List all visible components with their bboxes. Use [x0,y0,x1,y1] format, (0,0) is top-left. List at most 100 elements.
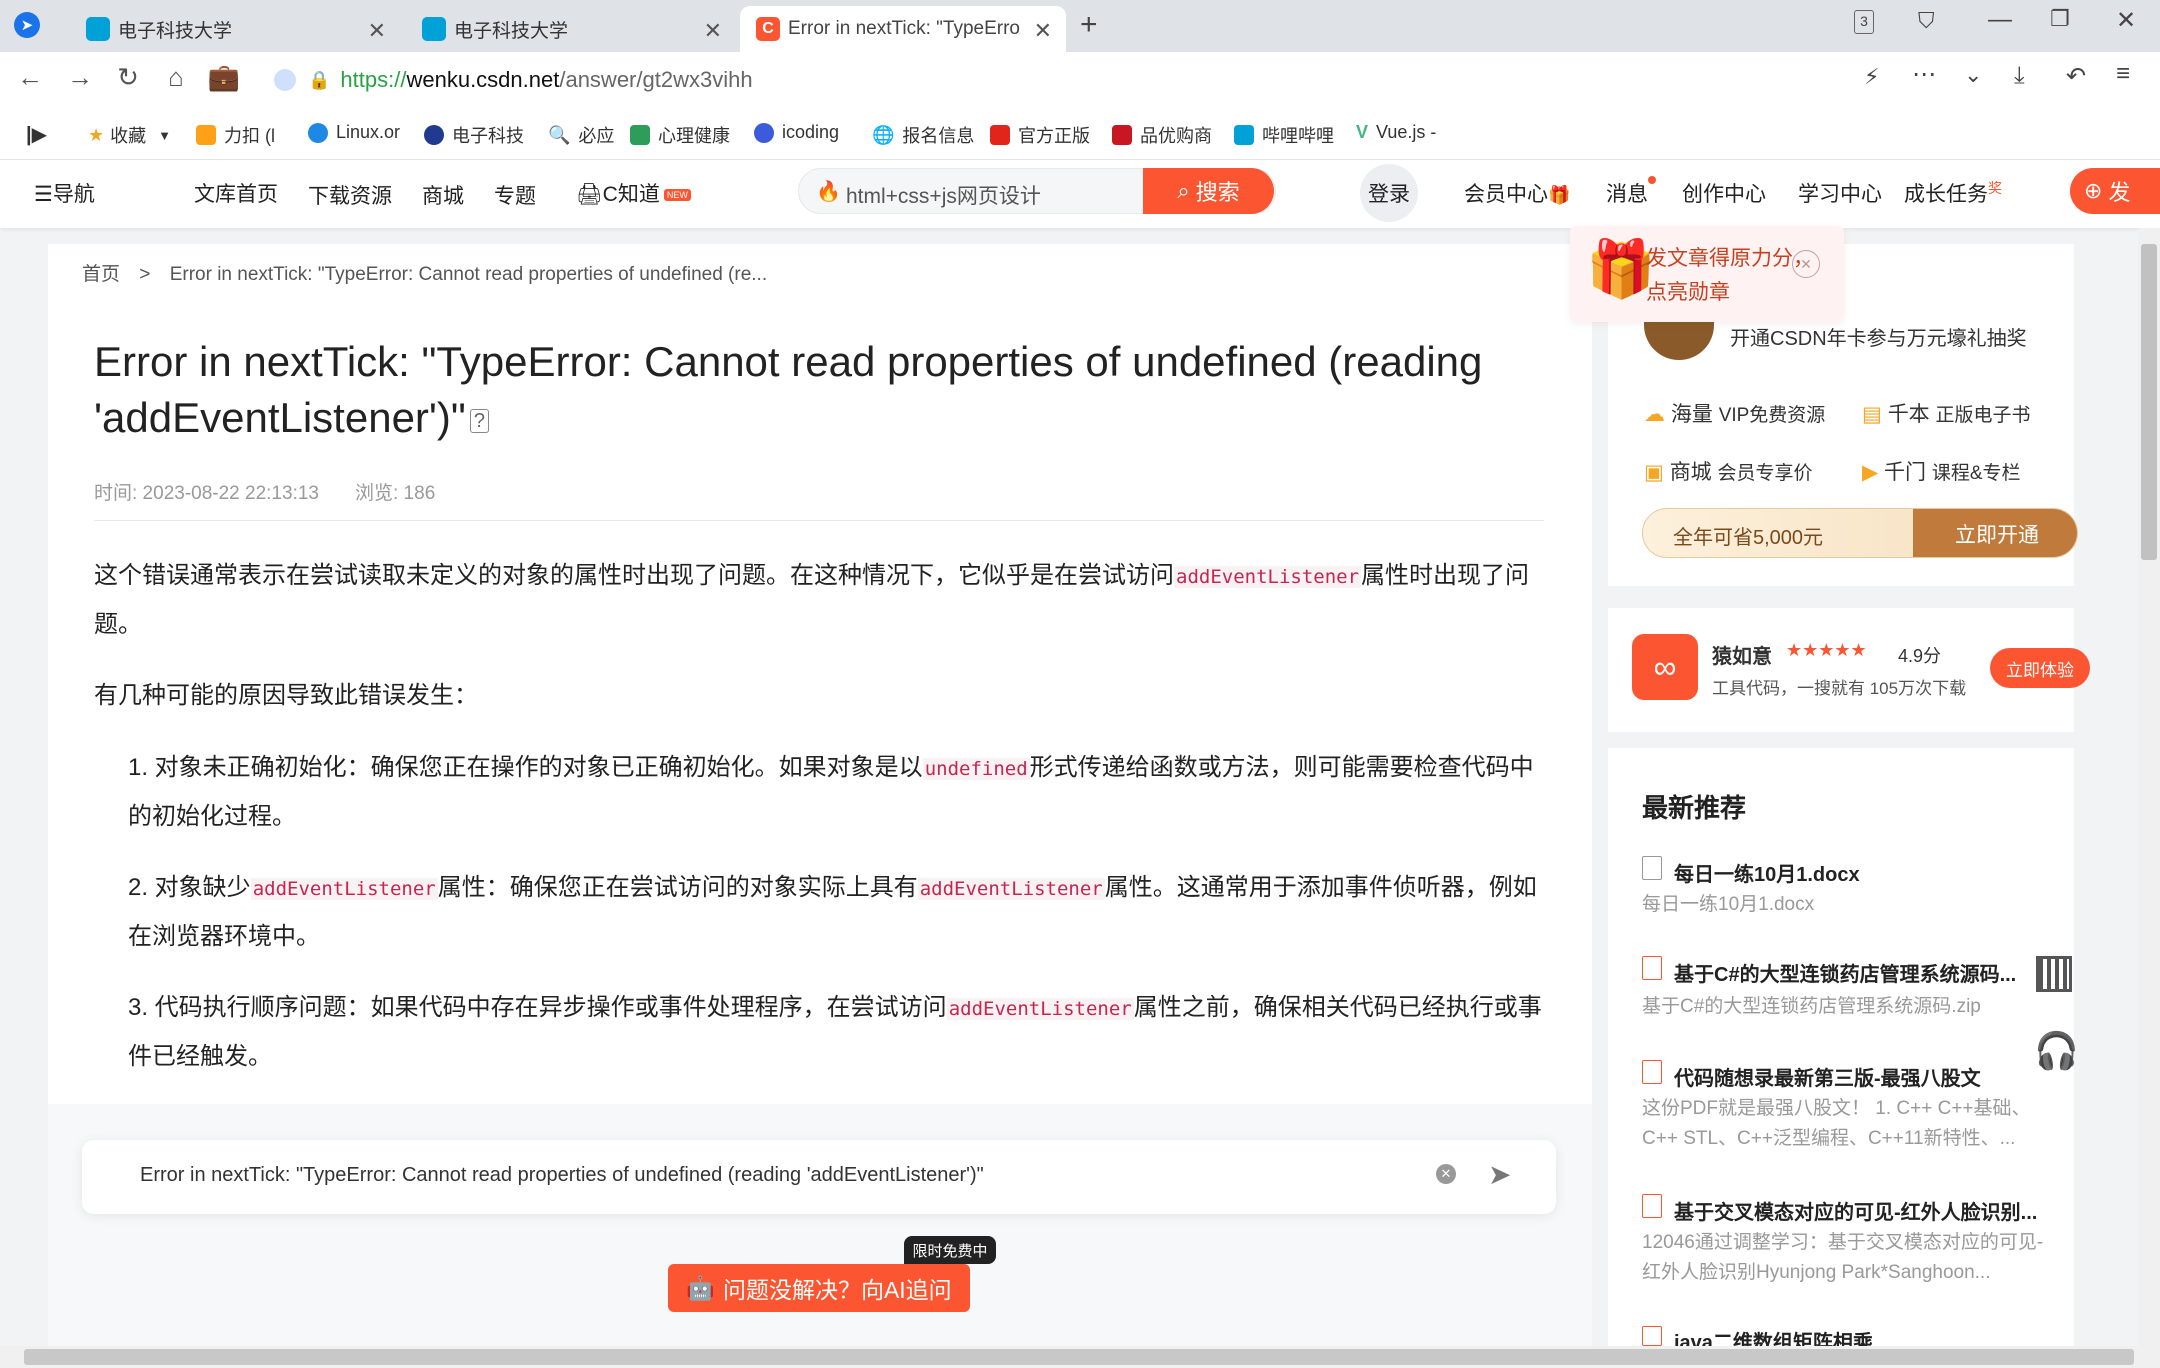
close-window-button[interactable]: ✕ [2116,6,2136,35]
headset-icon[interactable]: 🎧 [2034,1030,2079,1072]
search-button[interactable]: ⌕ 搜索 [1143,168,1274,214]
recommend-desc: 12046通过调整学习：基于交叉模态对应的可见-红外人脸识别Hyunjong P… [1642,1232,2044,1283]
benefit-ebooks[interactable]: ▤ 千本 正版电子书 [1862,398,2031,428]
publish-time: 时间: 2023-08-22 22:13:13 [94,483,319,504]
lightning-icon[interactable]: ⚡ [1864,64,1879,90]
toolbar-item-create[interactable]: 创作中心 [1682,178,1766,208]
publish-button[interactable]: ⊕ 发 [2070,168,2160,214]
breadcrumb-home[interactable]: 首页 [82,264,120,285]
benefit-mall[interactable]: ▣ 商城 会员专享价 [1644,456,1813,486]
forward-icon[interactable]: → [62,62,98,93]
bookmark-bing[interactable]: 🔍 必应 [548,122,614,148]
bookmark-mental-health[interactable]: 心理健康 [630,122,730,148]
app-stars: ★★★★★ [1786,640,1867,660]
more-icon[interactable]: ⋯ [1912,60,1936,89]
menu-icon[interactable]: ≡ [2116,60,2130,88]
bookmark-bilibili[interactable]: 哔哩哔哩 [1234,122,1334,148]
recommend-title[interactable]: java二维数组矩阵相乘 [1674,1326,1873,1346]
list-item: 2. 对象缺少 addEventListener属性：确保您正在尝试访问的对象实际… [128,874,1537,950]
browser-logo-icon[interactable]: ➤ [14,12,40,38]
clear-icon[interactable]: ✕ [1436,1164,1456,1184]
paragraph-1: 这个错误通常表示在尝试读取未定义的对象的属性时出现了问题。在这种情况下，它似乎是… [94,562,1530,638]
bookmark-linux[interactable]: Linux.or [308,122,400,143]
benefit-courses[interactable]: ▶ 千门 课程&专栏 [1862,456,2021,486]
new-tab-button[interactable]: + [1080,8,1098,42]
tab-close-icon[interactable]: ✕ [704,18,722,44]
tab-bar: ➤ 电子科技大学 ✕ 电子科技大学 ✕ C Error in nextTick:… [0,0,2160,52]
home-icon[interactable]: ⌂ [158,62,194,93]
minimize-button[interactable]: — [1988,6,2012,34]
toolbar-item-learn[interactable]: 学习中心 [1798,178,1882,208]
horizontal-scroll-thumb[interactable] [24,1349,2134,1365]
bookmark-favorites[interactable]: ★ 收藏 ▼ [88,122,171,148]
chevron-down-icon[interactable]: ⌄ [1964,62,1982,88]
inline-code: addEventListener [946,998,1134,1020]
pdf-icon [1642,1194,1662,1218]
tab-csdn-active[interactable]: C Error in nextTick: "TypeErro ✕ [740,6,1066,52]
toolbar-item-mall[interactable]: 商城 [422,180,464,210]
toolbar-item-wenku-home[interactable]: 文库首页 [194,178,278,208]
toolbar-item-topic[interactable]: 专题 [494,180,536,210]
tab-counter-badge[interactable]: 3 [1854,10,1874,34]
toolbar-item-czhidao[interactable]: 🖨C知道 NEW [576,178,691,208]
briefcase-icon[interactable]: 💼 [206,62,242,93]
recommend-title[interactable]: 每日一练10月1.docx [1674,858,1860,887]
close-icon[interactable]: ✕ [1792,250,1820,278]
pdf-icon [1642,1326,1662,1346]
fire-icon: 🔥 [816,181,841,203]
recommend-title[interactable]: 基于C#的大型连锁药店管理系统源码... [1674,958,2016,987]
free-badge: 限时免费中 [904,1236,996,1264]
toolbar-item-download[interactable]: 下载资源 [308,180,392,210]
bookmark-registration[interactable]: 🌐 报名信息 [872,122,974,148]
vertical-scroll-thumb[interactable] [2141,244,2157,560]
open-vip-button[interactable]: 立即开通 [1913,509,2077,557]
back-icon[interactable]: ← [12,62,48,93]
shield-icon [274,69,296,91]
hamburger-icon: ☰ [34,183,53,206]
bilibili-tv-icon [86,17,110,41]
tab-close-icon[interactable]: ✕ [1034,18,1052,44]
article-meta: 时间: 2023-08-22 22:13:13 浏览: 186 [94,478,435,505]
toolbar-item-vip[interactable]: 会员中心🎁 [1464,178,1570,208]
benefit-vip[interactable]: ☁ 海量 VIP免费资源 [1644,398,1825,428]
recommend-title[interactable]: 代码随想录最新第三版-最强八股文 [1674,1062,1981,1091]
bookmark-leetcode[interactable]: 力扣 (l [196,122,275,148]
bookmark-pinyougou[interactable]: 品优购商 [1112,122,1212,148]
url-field[interactable]: 🔒 https://wenku.csdn.net/answer/gt2wx3vi… [268,62,1844,98]
recommend-title[interactable]: 基于交叉模态对应的可见-红外人脸识别... [1674,1196,2037,1225]
copy-icon[interactable]: ? [469,408,489,433]
star-icon: ★ [88,124,105,145]
shirt-icon[interactable]: ⛉ [1918,8,1935,34]
vip-open-bar[interactable]: 全年可省5,000元 立即开通 [1642,508,2078,558]
restore-button[interactable]: ❐ [2050,6,2070,32]
divider [94,520,1544,521]
reload-icon[interactable]: ↻ [110,62,146,93]
reward-badge: 奖 [1988,180,2002,196]
ask-ai-button[interactable]: 🤖 问题没解决？向AI追问 [668,1264,970,1312]
recommend-desc: 每日一练10月1.docx [1642,894,1815,915]
bookmark-uestc[interactable]: 电子科技 [424,122,524,148]
qr-code-icon[interactable] [2036,956,2072,992]
pdf-icon [1642,956,1662,980]
toolbar-item-messages[interactable]: 消息 [1606,176,1656,208]
tab-uestc-1[interactable]: 电子科技大学 ✕ [70,6,400,52]
shop-icon [1112,125,1132,145]
sidebar-toggle-icon[interactable]: |▶ [26,122,47,147]
toolbar-item-tasks[interactable]: 成长任务奖 [1904,178,2002,208]
bookmark-vue[interactable]: V Vue.js - [1356,122,1436,143]
download-icon[interactable]: ⤓ [2014,62,2025,90]
bookmark-adobe[interactable]: 官方正版 [990,122,1090,148]
app-rating: 4.9分 [1898,646,1942,666]
bookmark-icoding[interactable]: icoding [754,122,839,143]
send-icon[interactable]: ➤ [1488,1158,1511,1191]
login-button[interactable]: 登录 [1360,164,1418,222]
ask-input[interactable]: Error in nextTick: "TypeError: Cannot re… [82,1140,1556,1214]
tab-uestc-2[interactable]: 电子科技大学 ✕ [406,6,736,52]
recommend-desc: 这份PDF就是最强⼋股文！ 1. C++ C++基础、C++ STL、C++泛型… [1642,1098,2031,1149]
tab-close-icon[interactable]: ✕ [368,18,386,44]
try-app-button[interactable]: 立即体验 [1990,648,2090,688]
bag-icon: ▣ [1644,461,1664,484]
leetcode-icon [196,125,216,145]
undo-icon[interactable]: ↶ [2066,62,2086,91]
nav-menu[interactable]: ☰导航 [34,178,95,208]
